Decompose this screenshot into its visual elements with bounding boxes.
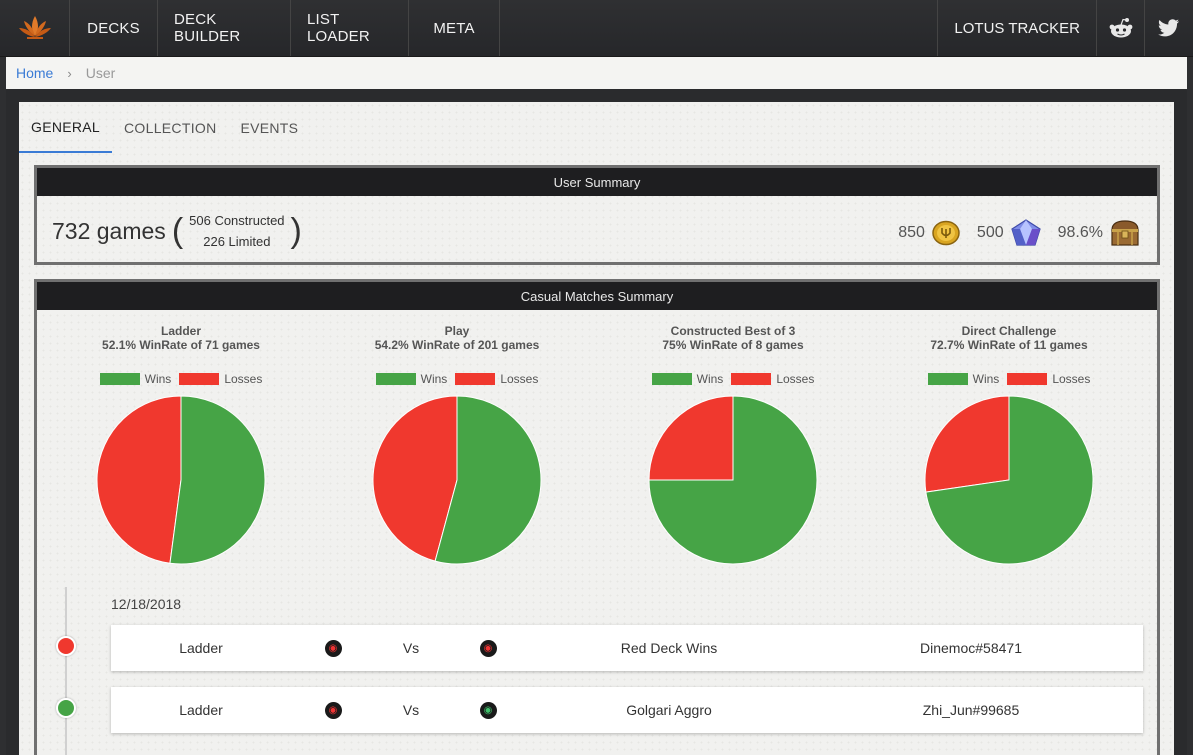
- games-count-group: 732 games ( 506 Constructed 226 Limited …: [52, 210, 308, 252]
- reddit-icon: [1109, 18, 1132, 38]
- vault-progress: 98.6%: [1057, 224, 1103, 241]
- user-summary-header: User Summary: [37, 168, 1157, 196]
- nav-meta[interactable]: META: [409, 0, 500, 56]
- tab-bar: GENERAL COLLECTION EVENTS: [19, 102, 310, 153]
- lotus-logo[interactable]: [0, 0, 70, 56]
- deck-name[interactable]: Golgari Aggro: [579, 687, 759, 733]
- constructed-count: 506 Constructed: [189, 213, 285, 228]
- chart-ladder: Ladder 52.1% WinRate of 71 games Wins Lo…: [61, 324, 301, 565]
- total-games: 732 games: [52, 217, 166, 244]
- breadcrumb-home[interactable]: Home: [16, 65, 53, 81]
- breadcrumb-current: User: [85, 65, 116, 81]
- match-row[interactable]: Ladder ◉ Vs ◉ Golgari Aggro Zhi_Jun#9968…: [111, 687, 1143, 733]
- timeline-line: [65, 587, 67, 755]
- chart-title: Ladder: [160, 324, 201, 338]
- vault-display: 98.6%: [1058, 218, 1141, 248]
- open-paren: (: [171, 212, 184, 250]
- breadcrumb-separator: ›: [67, 65, 72, 81]
- tab-collection[interactable]: COLLECTION: [112, 102, 228, 153]
- chart-subtitle: 72.7% WinRate of 11 games: [930, 338, 1088, 352]
- nav-lotus-tracker[interactable]: LOTUS TRACKER: [937, 0, 1097, 56]
- legend-wins[interactable]: Wins: [651, 372, 723, 386]
- close-paren: ): [290, 212, 302, 250]
- legend-losses[interactable]: Losses: [179, 372, 262, 386]
- twitter-link[interactable]: [1145, 0, 1193, 56]
- chart-title: Play: [444, 324, 470, 338]
- charts-row: Ladder 52.1% WinRate of 71 games Wins Lo…: [37, 310, 1157, 600]
- casual-matches-header: Casual Matches Summary: [37, 282, 1157, 310]
- pie-chart: [648, 395, 818, 565]
- tab-general[interactable]: GENERAL: [19, 102, 113, 153]
- gems-display: 500: [977, 219, 1042, 247]
- vs-label: Vs: [402, 640, 420, 656]
- pie-chart: [372, 395, 542, 565]
- nav-list-loader[interactable]: LIST LOADER: [291, 0, 409, 56]
- chart-legend: Wins Losses: [61, 372, 301, 386]
- breadcrumb: Home › User: [6, 57, 1187, 89]
- reddit-link[interactable]: [1097, 0, 1145, 56]
- casual-matches-box: Casual Matches Summary Ladder 52.1% WinR…: [34, 279, 1160, 755]
- timeline-date: 12/18/2018: [111, 596, 182, 612]
- limited-count: 226 Limited: [203, 234, 271, 249]
- legend-losses[interactable]: Losses: [1007, 372, 1090, 386]
- main-panel: GENERAL COLLECTION EVENTS User Summary 7…: [6, 89, 1187, 755]
- red-mana-icon: ◉: [321, 687, 345, 733]
- chart-legend: Wins Losses: [337, 372, 577, 386]
- legend-wins[interactable]: Wins: [927, 372, 999, 386]
- red-mana-icon: ◉: [321, 625, 345, 671]
- chart-subtitle: 52.1% WinRate of 71 games: [102, 338, 260, 352]
- chart-legend: Wins Losses: [889, 372, 1129, 386]
- gem-icon: [1010, 219, 1041, 246]
- vs-label: Vs: [402, 702, 420, 718]
- currency-group: 850 500 98.6%: [882, 218, 1141, 248]
- panel-content: GENERAL COLLECTION EVENTS User Summary 7…: [19, 102, 1174, 755]
- chart-subtitle: 54.2% WinRate of 201 games: [374, 338, 540, 352]
- legend-wins[interactable]: Wins: [375, 372, 447, 386]
- green-mana-icon: ◉: [476, 687, 500, 733]
- gems-amount: 500: [976, 224, 1004, 241]
- lotus-logo-icon: [18, 16, 51, 39]
- chart-subtitle: 75% WinRate of 8 games: [662, 338, 804, 352]
- deck-name[interactable]: Red Deck Wins: [579, 625, 759, 671]
- user-summary-box: User Summary 732 games ( 506 Constructed…: [34, 165, 1160, 265]
- gold-coin-icon: [932, 220, 960, 246]
- pie-slice-losses[interactable]: [96, 395, 182, 564]
- pie-chart: [924, 395, 1094, 565]
- legend-losses[interactable]: Losses: [731, 372, 814, 386]
- match-row[interactable]: Ladder ◉ Vs ◉ Red Deck Wins Dinemoc#5847…: [111, 625, 1143, 671]
- gold-amount: 850: [898, 224, 925, 241]
- chart-title: Direct Challenge: [961, 324, 1057, 338]
- chart-legend: Wins Losses: [613, 372, 853, 386]
- top-navigation: DECKS DECK BUILDER LIST LOADER META LOTU…: [0, 0, 1193, 57]
- tab-events[interactable]: EVENTS: [228, 102, 310, 153]
- pie-slice-losses[interactable]: [924, 395, 1010, 493]
- pie-chart: [96, 395, 266, 565]
- opponent-name: Dinemoc#58471: [920, 640, 1022, 656]
- match-mode: Ladder: [179, 640, 223, 656]
- match-mode: Ladder: [179, 702, 223, 718]
- chart-constructed-bo3: Constructed Best of 3 75% WinRate of 8 g…: [613, 324, 853, 565]
- games-split: 506 Constructed 226 Limited: [189, 210, 284, 252]
- result-dot-win: [56, 698, 76, 718]
- nav-deck-builder[interactable]: DECK BUILDER: [158, 0, 291, 56]
- chart-direct-challenge: Direct Challenge 72.7% WinRate of 11 gam…: [889, 324, 1129, 565]
- nav-decks[interactable]: DECKS: [70, 0, 158, 56]
- legend-losses[interactable]: Losses: [455, 372, 538, 386]
- opponent-name: Zhi_Jun#99685: [922, 702, 1020, 718]
- result-dot-loss: [56, 636, 76, 656]
- chart-title: Constructed Best of 3: [670, 324, 796, 338]
- pie-slice-losses[interactable]: [648, 395, 734, 481]
- gold-display: 850: [898, 220, 961, 246]
- pie-slice-wins[interactable]: [169, 395, 266, 565]
- treasure-chest-icon: [1111, 220, 1139, 246]
- red-mana-icon: ◉: [476, 625, 500, 671]
- twitter-icon: [1158, 19, 1179, 37]
- chart-play: Play 54.2% WinRate of 201 games Wins Los…: [337, 324, 577, 565]
- legend-wins[interactable]: Wins: [99, 372, 171, 386]
